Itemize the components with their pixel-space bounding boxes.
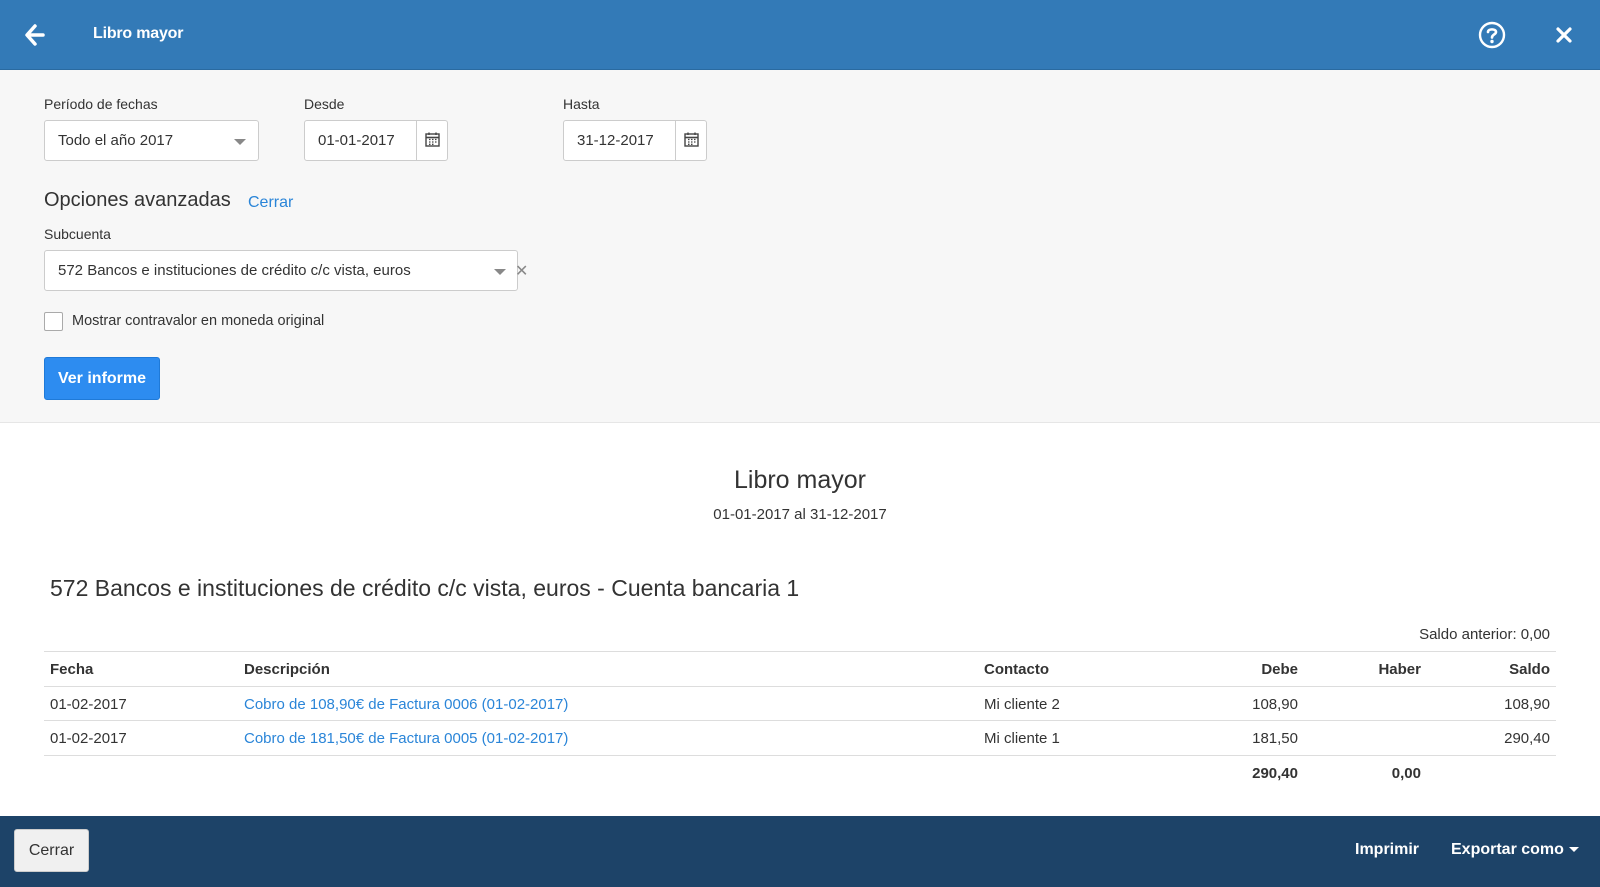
advanced-options-title: Opciones avanzadas (44, 189, 231, 211)
table-header-row: Fecha Descripción Contacto Debe Haber Sa… (44, 651, 1556, 686)
column-header-fecha: Fecha (50, 661, 94, 678)
cell-contacto: Mi cliente 1 (984, 730, 1060, 747)
report-date-range: 01-01-2017 al 31-12-2017 (713, 506, 887, 523)
period-value: Todo el año 2017 (58, 132, 174, 149)
column-header-haber: Haber (1378, 661, 1421, 678)
cell-fecha: 01-02-2017 (50, 730, 127, 747)
cell-debe: 108,90 (1252, 695, 1298, 713)
show-original-currency-checkbox[interactable] (44, 312, 63, 331)
to-date-value: 31-12-2017 (577, 132, 654, 149)
close-icon[interactable] (1555, 26, 1573, 44)
top-bar: Libro mayor (0, 0, 1600, 70)
filters-panel: Período de fechas Todo el año 2017 Desde… (0, 70, 1600, 423)
to-label: Hasta (563, 96, 600, 112)
subaccount-select[interactable]: 572 Bancos e instituciones de crédito c/… (44, 250, 528, 291)
cell-saldo: 108,90 (1504, 695, 1550, 713)
ledger-table: Fecha Descripción Contacto Debe Haber Sa… (44, 651, 1556, 789)
column-header-contacto: Contacto (984, 661, 1049, 678)
account-title: 572 Bancos e instituciones de crédito c/… (50, 575, 800, 601)
advanced-close-link[interactable]: Cerrar (248, 194, 293, 212)
close-button[interactable]: Cerrar (14, 829, 89, 872)
calendar-icon[interactable] (416, 121, 447, 160)
column-header-descripcion: Descripción (244, 661, 330, 678)
column-header-saldo: Saldo (1509, 661, 1550, 678)
export-label: Exportar como (1451, 841, 1564, 858)
bottom-bar: Cerrar Imprimir Exportar como (0, 816, 1600, 887)
chevron-down-icon (1568, 847, 1579, 853)
table-row: 01-02-2017 Cobro de 181,50€ de Factura 0… (44, 720, 1556, 755)
page-title: Libro mayor (93, 25, 184, 42)
print-button[interactable]: Imprimir (1355, 841, 1419, 859)
period-label: Período de fechas (44, 96, 158, 112)
total-haber: 0,00 (1391, 764, 1421, 782)
subaccount-value: 572 Bancos e instituciones de crédito c/… (58, 262, 411, 279)
previous-balance: Saldo anterior: 0,00 (1419, 626, 1550, 643)
chevron-down-icon (494, 269, 506, 275)
from-date-value: 01-01-2017 (318, 132, 395, 149)
arrow-left-icon[interactable] (24, 22, 48, 48)
subaccount-label: Subcuenta (44, 226, 111, 242)
column-header-debe: Debe (1261, 661, 1298, 678)
cell-fecha: 01-02-2017 (50, 695, 127, 713)
chevron-down-icon (234, 139, 246, 145)
period-select[interactable]: Todo el año 2017 (44, 120, 259, 161)
entry-description-link[interactable]: Cobro de 108,90€ de Factura 0006 (01-02-… (244, 696, 568, 713)
view-report-button[interactable]: Ver informe (44, 357, 160, 400)
cell-contacto: Mi cliente 2 (984, 695, 1060, 713)
table-row: 01-02-2017 Cobro de 108,90€ de Factura 0… (44, 685, 1556, 721)
entry-description-link[interactable]: Cobro de 181,50€ de Factura 0005 (01-02-… (244, 730, 568, 747)
cell-debe: 181,50 (1252, 730, 1298, 747)
export-dropdown[interactable]: Exportar como (1451, 841, 1579, 859)
cell-saldo: 290,40 (1504, 730, 1550, 747)
clear-icon[interactable]: ✕ (515, 261, 528, 281)
show-original-currency-label: Mostrar contravalor en moneda original (72, 313, 325, 329)
report-title: Libro mayor (734, 466, 866, 494)
from-date-field[interactable]: 01-01-2017 (304, 120, 448, 161)
totals-row: 290,40 0,00 (44, 754, 1556, 790)
question-circle-icon[interactable] (1478, 21, 1506, 49)
from-label: Desde (304, 96, 345, 112)
to-date-field[interactable]: 31-12-2017 (563, 120, 707, 161)
total-debe: 290,40 (1252, 764, 1298, 782)
calendar-icon[interactable] (675, 121, 706, 160)
